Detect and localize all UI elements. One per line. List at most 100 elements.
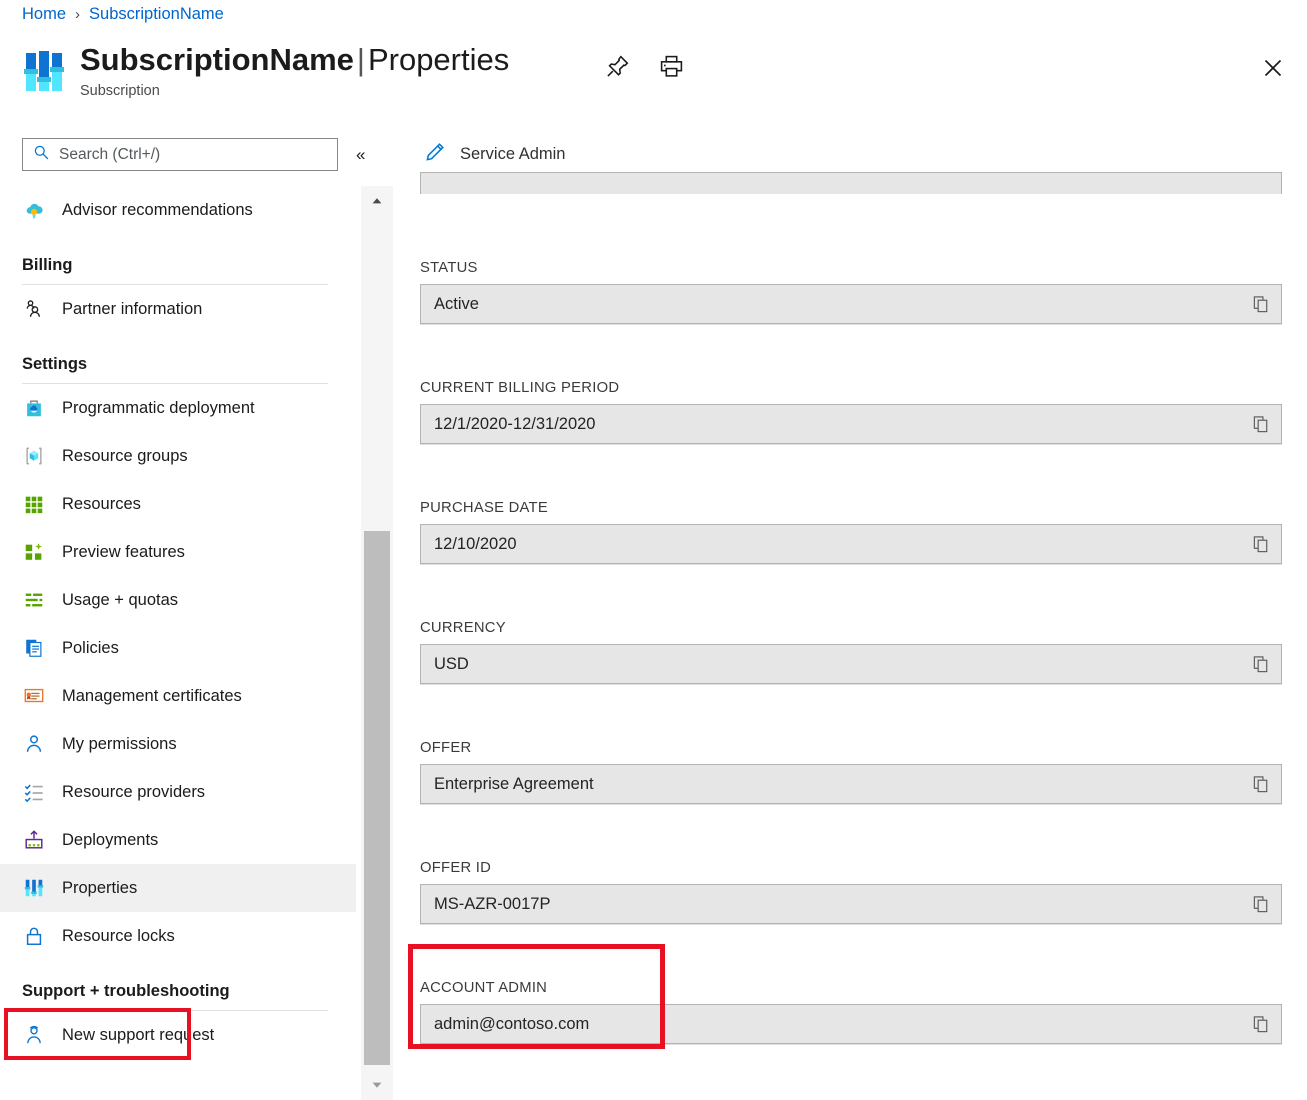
sidebar-group-support: Support + troubleshooting bbox=[0, 960, 334, 1011]
readonly-field[interactable]: 12/1/2020-12/31/2020 bbox=[420, 404, 1282, 444]
main-content: Service Admin STATUS Active CURRENT BILL… bbox=[396, 128, 1307, 1100]
breadcrumb-home[interactable]: Home bbox=[22, 5, 66, 24]
copy-icon[interactable] bbox=[1250, 773, 1272, 795]
resource-groups-icon bbox=[22, 444, 46, 468]
sidebar-group-billing: Billing bbox=[0, 234, 334, 285]
resource-providers-icon bbox=[22, 780, 46, 804]
readonly-field[interactable]: Active bbox=[420, 284, 1282, 324]
search-icon bbox=[33, 144, 50, 166]
readonly-field[interactable] bbox=[420, 172, 1282, 194]
properties-icon bbox=[22, 876, 46, 900]
sidebar-item-resource-providers[interactable]: Resource providers bbox=[0, 768, 356, 816]
field-purchase-date: PURCHASE DATE 12/10/2020 bbox=[420, 500, 1282, 564]
search-input[interactable]: Search (Ctrl+/) bbox=[22, 138, 338, 171]
sidebar-item-my-permissions[interactable]: My permissions bbox=[0, 720, 356, 768]
sidebar-item-label: Resources bbox=[62, 494, 141, 513]
field-value: Active bbox=[434, 294, 479, 313]
scroll-up-arrow[interactable] bbox=[361, 186, 393, 216]
sidebar-item-label: Usage + quotas bbox=[62, 590, 179, 609]
sidebar-group-title: Settings bbox=[22, 355, 88, 373]
copy-icon[interactable] bbox=[1250, 1013, 1272, 1035]
scrollbar-thumb[interactable] bbox=[364, 531, 390, 1065]
sidebar-group-title: Billing bbox=[22, 256, 73, 274]
field-current-billing-period: CURRENT BILLING PERIOD 12/1/2020-12/31/2… bbox=[420, 380, 1282, 444]
person-icon bbox=[22, 732, 46, 756]
breadcrumb-subscription[interactable]: SubscriptionName bbox=[89, 5, 224, 24]
copy-icon[interactable] bbox=[1250, 533, 1272, 555]
sidebar-item-properties[interactable]: Properties bbox=[0, 864, 356, 912]
certificate-icon bbox=[22, 684, 46, 708]
sidebar: Search (Ctrl+/) « Advisor recommendation… bbox=[0, 128, 365, 1100]
service-admin-button[interactable]: Service Admin bbox=[424, 140, 565, 168]
title-action-icons bbox=[603, 52, 685, 80]
sidebar-scrollbar[interactable] bbox=[361, 186, 393, 1100]
field-value: MS-AZR-0017P bbox=[434, 894, 551, 913]
sidebar-item-label: Policies bbox=[62, 638, 119, 657]
readonly-field[interactable]: Enterprise Agreement bbox=[420, 764, 1282, 804]
sidebar-item-partner-information[interactable]: Partner information bbox=[0, 285, 356, 333]
print-icon[interactable] bbox=[657, 52, 685, 80]
lock-icon bbox=[22, 924, 46, 948]
sidebar-item-resource-locks[interactable]: Resource locks bbox=[0, 912, 356, 960]
field-value: 12/1/2020-12/31/2020 bbox=[434, 414, 596, 433]
programmatic-deployment-icon bbox=[22, 396, 46, 420]
sidebar-item-programmatic-deployment[interactable]: Programmatic deployment bbox=[0, 384, 356, 432]
sidebar-item-usage-quotas[interactable]: Usage + quotas bbox=[0, 576, 356, 624]
page-title-section: Properties bbox=[367, 42, 510, 77]
sidebar-item-label: Advisor recommendations bbox=[62, 200, 253, 219]
sidebar-group-title: Support + troubleshooting bbox=[22, 982, 230, 1000]
sidebar-item-label: Resource groups bbox=[62, 446, 188, 465]
field-status: STATUS Active bbox=[420, 260, 1282, 324]
sidebar-item-management-certificates[interactable]: Management certificates bbox=[0, 672, 356, 720]
field-label: OFFER ID bbox=[420, 860, 492, 876]
usage-quotas-icon bbox=[22, 588, 46, 612]
readonly-field[interactable]: USD bbox=[420, 644, 1282, 684]
sidebar-item-label: Management certificates bbox=[62, 686, 242, 705]
copy-icon[interactable] bbox=[1250, 413, 1272, 435]
sidebar-item-label: Resource locks bbox=[62, 926, 175, 945]
command-label: Service Admin bbox=[460, 144, 566, 163]
page-title-pipe: | bbox=[356, 42, 365, 77]
breadcrumb-separator-icon: › bbox=[75, 6, 81, 23]
search-placeholder: Search (Ctrl+/) bbox=[59, 145, 161, 163]
close-icon[interactable] bbox=[1257, 52, 1289, 84]
page-title-block: SubscriptionName|Properties Subscription bbox=[22, 42, 510, 99]
preview-features-icon bbox=[22, 540, 46, 564]
field-value: Enterprise Agreement bbox=[434, 774, 594, 793]
copy-icon[interactable] bbox=[1250, 293, 1272, 315]
sidebar-item-resources[interactable]: Resources bbox=[0, 480, 356, 528]
azure-portal-page: Home › SubscriptionName SubscriptionName… bbox=[0, 0, 1307, 1100]
pin-icon[interactable] bbox=[603, 52, 631, 80]
sidebar-item-label: Preview features bbox=[62, 542, 185, 561]
field-account-admin: ACCOUNT ADMIN admin@contoso.com bbox=[420, 980, 1282, 1044]
field-value: USD bbox=[434, 654, 469, 673]
readonly-field[interactable]: MS-AZR-0017P bbox=[420, 884, 1282, 924]
collapse-chevrons-icon[interactable]: « bbox=[352, 142, 369, 167]
sidebar-item-preview-features[interactable]: Preview features bbox=[0, 528, 356, 576]
sidebar-item-deployments[interactable]: Deployments bbox=[0, 816, 356, 864]
sidebar-item-label: Programmatic deployment bbox=[62, 398, 255, 417]
page-title: SubscriptionName|Properties bbox=[80, 42, 510, 77]
sidebar-nav: Advisor recommendations Billing Partner … bbox=[0, 186, 356, 1059]
sidebar-item-policies[interactable]: Policies bbox=[0, 624, 356, 672]
field-label: ACCOUNT ADMIN bbox=[420, 980, 548, 996]
readonly-field[interactable]: admin@contoso.com bbox=[420, 1004, 1282, 1044]
partial-field-top bbox=[420, 172, 1282, 194]
copy-icon[interactable] bbox=[1250, 893, 1272, 915]
copy-icon[interactable] bbox=[1250, 653, 1272, 675]
sidebar-item-label: My permissions bbox=[62, 734, 177, 753]
people-icon bbox=[22, 297, 46, 321]
sidebar-item-label: Resource providers bbox=[62, 782, 206, 801]
deployments-icon bbox=[22, 828, 46, 852]
field-value: 12/10/2020 bbox=[434, 534, 517, 553]
sidebar-item-new-support-request[interactable]: New support request bbox=[0, 1011, 356, 1059]
readonly-field[interactable]: 12/10/2020 bbox=[420, 524, 1282, 564]
support-request-icon bbox=[22, 1023, 46, 1047]
field-value: admin@contoso.com bbox=[434, 1014, 590, 1033]
field-label: CURRENT BILLING PERIOD bbox=[420, 380, 620, 396]
scroll-down-arrow[interactable] bbox=[361, 1070, 393, 1100]
field-label: OFFER bbox=[420, 740, 472, 756]
sidebar-search-row: Search (Ctrl+/) « bbox=[22, 138, 369, 171]
sidebar-item-advisor-recommendations[interactable]: Advisor recommendations bbox=[0, 186, 356, 234]
sidebar-item-resource-groups[interactable]: Resource groups bbox=[0, 432, 356, 480]
